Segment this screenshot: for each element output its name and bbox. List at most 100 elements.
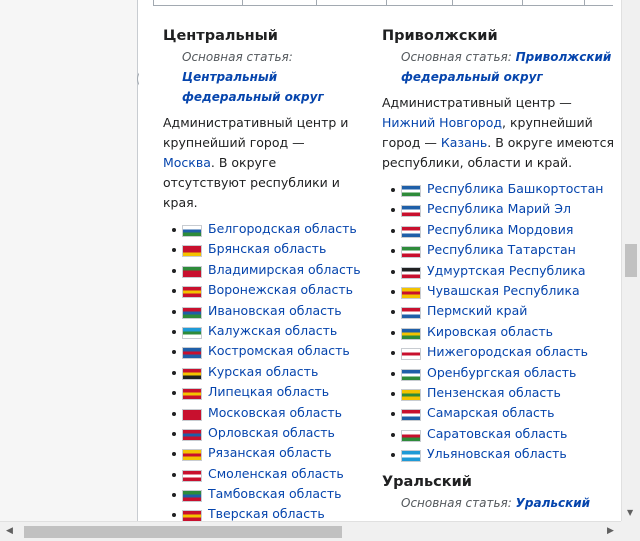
- flag-icon: [182, 510, 202, 521]
- list-item: Пермский край: [391, 301, 618, 321]
- region-link[interactable]: Ульяновская область: [427, 446, 567, 461]
- region-link[interactable]: Воронежская область: [208, 282, 353, 297]
- flag-icon: [401, 246, 421, 259]
- list-item: Костромская область: [172, 341, 359, 361]
- flag-icon: [182, 286, 202, 299]
- flag-icon: [401, 185, 421, 197]
- list-item: Ульяновская область: [391, 444, 618, 464]
- flag-icon: [401, 409, 421, 422]
- list-item: Республика Мордовия: [391, 220, 618, 240]
- list-item: Пензенская область: [391, 383, 618, 403]
- list-item: Липецкая область: [172, 382, 359, 402]
- article-content: Центральный Основная статья: Центральный…: [139, 0, 621, 521]
- flag-icon: [182, 306, 202, 319]
- flag-icon: [182, 408, 202, 421]
- region-link[interactable]: Ивановская область: [208, 303, 342, 318]
- flag-icon: [182, 367, 202, 380]
- scroll-right-icon[interactable]: ▶: [607, 526, 614, 536]
- left-sidebar: [0, 0, 138, 521]
- region-link[interactable]: Республика Марий Эл: [427, 201, 571, 216]
- list-item: Тамбовская область: [172, 484, 359, 504]
- region-link[interactable]: Орловская область: [208, 425, 335, 440]
- region-link[interactable]: Брянская область: [208, 241, 326, 256]
- list-item: Оренбургская область: [391, 363, 618, 383]
- list-item: Курская область: [172, 362, 359, 382]
- region-link[interactable]: Калужская область: [208, 323, 337, 338]
- region-link[interactable]: Саратовская область: [427, 426, 567, 441]
- region-list: Республика Башкортостан Республика Марий …: [382, 179, 618, 464]
- list-item: Саратовская область: [391, 424, 618, 444]
- scrollbar-corner: [621, 521, 640, 541]
- region-link[interactable]: Костромская область: [208, 343, 350, 358]
- region-link[interactable]: Республика Башкортостан: [427, 181, 603, 196]
- scroll-left-icon[interactable]: ◀: [6, 526, 13, 536]
- flag-icon: [182, 326, 202, 339]
- region-link[interactable]: Смоленская область: [208, 466, 344, 481]
- list-item: Республика Башкортостан: [391, 179, 618, 199]
- list-item: Белгородская область: [172, 219, 359, 239]
- section-volga: Приволжский Основная статья: Приволжский…: [382, 26, 618, 519]
- region-link[interactable]: Белгородская область: [208, 221, 357, 236]
- region-link[interactable]: Самарская область: [427, 405, 555, 420]
- flag-icon: [401, 450, 421, 463]
- region-link[interactable]: Владимирская область: [208, 262, 361, 277]
- flag-icon: [401, 225, 421, 238]
- list-item: Кировская область: [391, 322, 618, 342]
- list-item: Московская область: [172, 403, 359, 423]
- region-link[interactable]: Кировская область: [427, 324, 553, 339]
- scrollbar-thumb[interactable]: [625, 244, 637, 277]
- main-article-note: Основная статья: Уральский: [401, 496, 591, 511]
- region-link[interactable]: Тамбовская область: [208, 486, 342, 501]
- region-link[interactable]: Республика Мордовия: [427, 222, 573, 237]
- region-link[interactable]: Нижегородская область: [427, 344, 588, 359]
- region-link[interactable]: Рязанская область: [208, 445, 332, 460]
- scrollbar-thumb[interactable]: [24, 526, 342, 538]
- list-item: Чувашская Республика: [391, 281, 618, 301]
- list-item: Ивановская область: [172, 301, 359, 321]
- scroll-down-icon[interactable]: ▼: [627, 508, 633, 517]
- flag-icon: [182, 245, 202, 258]
- list-item: Орловская область: [172, 423, 359, 443]
- list-item: Воронежская область: [172, 280, 359, 300]
- list-item: Нижегородская область: [391, 342, 618, 362]
- section-heading: Уральский: [382, 474, 472, 491]
- main-article-link[interactable]: Уральский: [516, 496, 590, 510]
- region-link[interactable]: Тверская область: [208, 506, 325, 521]
- vertical-scrollbar[interactable]: ▼: [621, 0, 640, 521]
- section-heading: Центральный: [163, 28, 278, 44]
- region-link[interactable]: Московская область: [208, 405, 342, 420]
- section-description: Административный центр — Нижний Новгород…: [382, 95, 614, 170]
- region-link[interactable]: Оренбургская область: [427, 365, 576, 380]
- section-heading: Приволжский: [382, 28, 498, 44]
- table-fragment: [153, 0, 613, 6]
- flag-icon: [182, 449, 202, 462]
- region-link[interactable]: Липецкая область: [208, 384, 329, 399]
- region-link[interactable]: Удмуртская Республика: [427, 263, 586, 278]
- flag-icon: [401, 388, 421, 401]
- region-list: Белгородская область Брянская область Влад…: [163, 219, 361, 521]
- region-link[interactable]: Курская область: [208, 364, 318, 379]
- flag-icon: [401, 286, 421, 299]
- largest-city-link[interactable]: Казань: [441, 135, 487, 150]
- flag-icon: [401, 266, 421, 279]
- flag-icon: [182, 490, 202, 503]
- region-link[interactable]: Пензенская область: [427, 385, 561, 400]
- region-link[interactable]: Чувашская Республика: [427, 283, 580, 298]
- horizontal-scrollbar[interactable]: ◀ ▶: [0, 521, 640, 541]
- section-central: Центральный Основная статья: Центральный…: [163, 26, 361, 521]
- list-item: Владимирская область: [172, 260, 361, 280]
- capital-link[interactable]: Москва: [163, 155, 211, 170]
- main-article-note: Основная статья: Центральный федеральный…: [182, 50, 324, 104]
- list-item: Рязанская область: [172, 443, 359, 463]
- center-link[interactable]: Нижний Новгород: [382, 115, 502, 130]
- flag-icon: [401, 307, 421, 320]
- list-item: Смоленская область: [172, 464, 359, 484]
- flag-icon: [182, 347, 202, 360]
- flag-icon: [401, 327, 421, 340]
- flag-icon: [401, 205, 421, 218]
- region-link[interactable]: Пермский край: [427, 303, 527, 318]
- main-article-link[interactable]: Центральный федеральный округ: [182, 70, 324, 104]
- region-link[interactable]: Республика Татарстан: [427, 242, 576, 257]
- flag-icon: [182, 225, 202, 237]
- list-item: Калужская область: [172, 321, 359, 341]
